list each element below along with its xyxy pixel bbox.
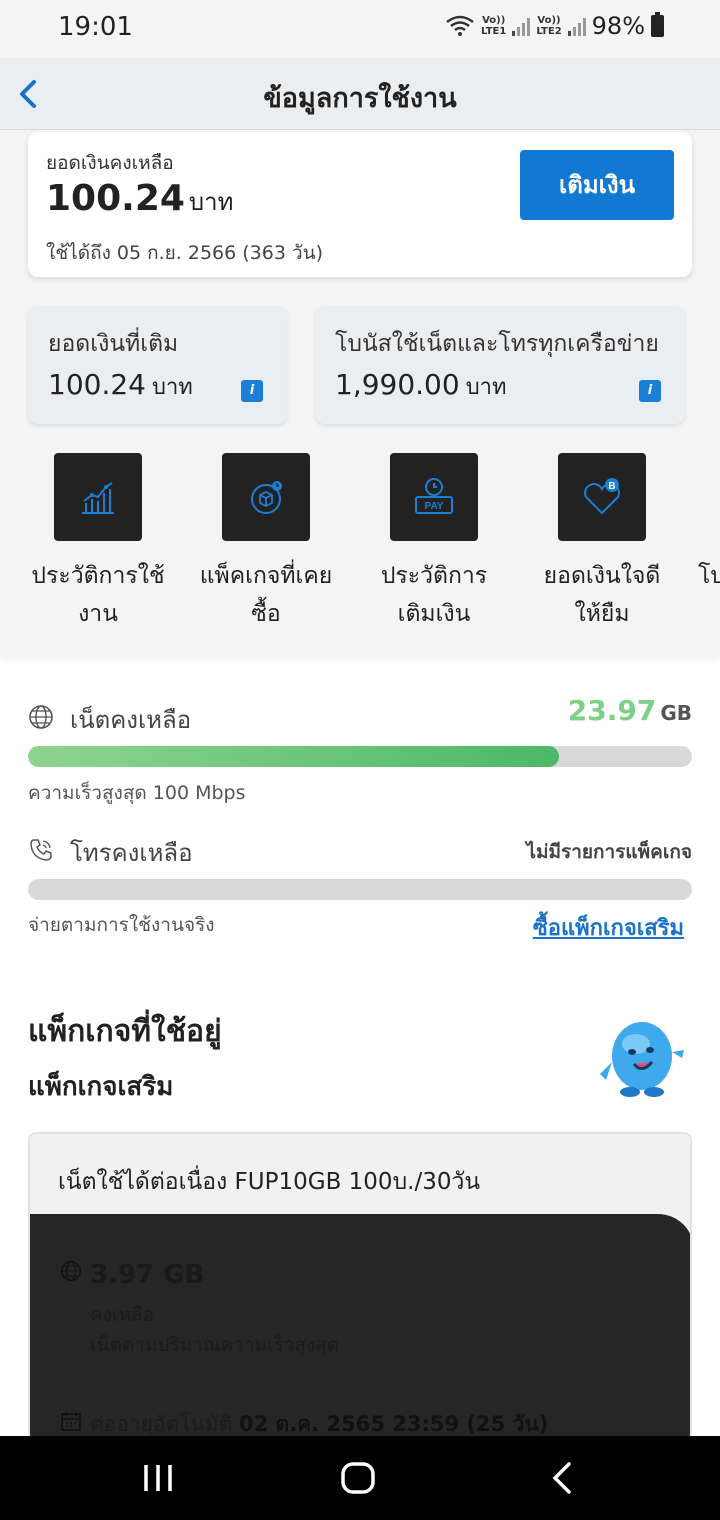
sim1-label: Vo)) LTE1	[481, 15, 507, 37]
recents-icon	[144, 1465, 172, 1491]
svg-text:PAY: PAY	[425, 501, 444, 512]
package-history-icon	[222, 453, 310, 541]
package-remaining-label: คงเหลือ	[90, 1304, 155, 1326]
balance-card: ยอดเงินคงเหลือ 100.24 บาท ใช้ได้ถึง 05 ก.…	[28, 132, 692, 277]
internet-usage-header: เน็ตคงเหลือ 23.97 GB	[28, 694, 692, 736]
shortcut-row: ประวัติการใช้ งาน แพ็คเกจที่เคย ซื้อ PAY ป…	[0, 453, 720, 633]
back-icon	[552, 1462, 571, 1494]
heart-loan-icon: B	[558, 453, 646, 541]
active-packages-title: แพ็กเกจที่ใช้อยู่	[28, 1014, 222, 1049]
voice-status: ไม่มีรายการแพ็คเกจ	[526, 841, 692, 863]
internet-remaining: 23.97 GB	[567, 694, 692, 727]
internet-progress-bar	[28, 746, 692, 767]
globe-icon	[29, 705, 53, 729]
package-card[interactable]: เน็ตใช้ได้ต่อเนื่อง FUP10GB 100บ./30วัน …	[28, 1132, 692, 1442]
bonus-card: โบนัสใช้เน็ตและโทรทุกเครือข่าย 1,990.00 บ…	[315, 306, 685, 424]
status-bar: 19:01 Vo)) LTE1 Vo)) LTE2 98%	[0, 0, 720, 58]
home-icon	[341, 1462, 375, 1494]
svg-text:B: B	[608, 481, 615, 492]
battery-percent: 98%	[591, 12, 645, 40]
internet-progress-fill	[28, 746, 560, 767]
home-button[interactable]	[338, 1458, 378, 1498]
status-icons: Vo)) LTE1 Vo)) LTE2 98%	[445, 12, 664, 40]
shortcut-usage-history[interactable]: ประวัติการใช้ งาน	[14, 453, 182, 633]
mascot-image	[600, 1022, 684, 1097]
pay-history-icon: PAY	[390, 453, 478, 541]
internet-title: เน็ตคงเหลือ	[70, 706, 192, 734]
voice-usage-header: โทรคงเหลือ ไม่มีรายการแพ็คเกจ	[28, 833, 692, 869]
package-amount: 3.97 GB	[90, 1260, 205, 1290]
balance-label: ยอดเงินคงเหลือ	[46, 152, 174, 174]
shortcut-label: โบ	[698, 563, 720, 589]
nav-back-button[interactable]	[544, 1458, 580, 1498]
topup-total-card: ยอดเงินที่เติม 100.24 บาท i	[28, 306, 287, 424]
system-nav-bar	[0, 1436, 720, 1520]
speed-note: ความเร็วสูงสุด 100 Mbps	[28, 782, 246, 804]
balance-unit: บาท	[188, 188, 234, 216]
shortcut-more[interactable]: โบ	[686, 453, 720, 595]
card-label: โบนัสใช้เน็ตและโทรทุกเครือข่าย	[335, 331, 659, 357]
voice-title: โทรคงเหลือ	[70, 839, 193, 867]
globe-icon	[61, 1261, 81, 1281]
topup-button[interactable]: เติมเงิน	[520, 150, 674, 220]
card-value: 1,990.00 บาท	[335, 368, 507, 401]
buy-addon-link[interactable]: ซื้อแพ็กเกจเสริม	[533, 910, 684, 945]
page-title: ข้อมูลการใช้งาน	[263, 83, 457, 114]
shortcut-package-history[interactable]: แพ็คเกจที่เคย ซื้อ	[182, 453, 350, 633]
calendar-icon	[61, 1412, 81, 1431]
package-details: 3.97 GB คงเหลือ เน็ตตามปริมาณความเร็วสูง…	[30, 1214, 690, 1440]
balance-valid-until: ใช้ได้ถึง 05 ก.ย. 2566 (363 วัน)	[46, 242, 324, 264]
shortcut-loan-balance[interactable]: B ยอดเงินใจดี ให้ยืม	[518, 453, 686, 633]
info-icon[interactable]: i	[241, 380, 263, 402]
card-label: ยอดเงินที่เติม	[48, 331, 179, 357]
shortcut-label: แพ็คเกจที่เคย ซื้อ	[199, 563, 333, 627]
balance-amount: 100.24 บาท	[46, 178, 234, 219]
wifi-icon	[446, 15, 474, 36]
shortcut-label: ประวัติการ เติมเงิน	[380, 563, 488, 627]
package-description: เน็ตตามปริมาณความเร็วสูงสุด	[90, 1334, 340, 1356]
addon-packages-subtitle: แพ็กเกจเสริม	[28, 1072, 174, 1102]
info-icon[interactable]: i	[639, 380, 661, 402]
shortcut-topup-history[interactable]: PAY ประวัติการ เติมเงิน	[350, 453, 518, 633]
battery-icon	[651, 12, 664, 37]
sim2-signal-icon	[567, 16, 586, 36]
status-time: 19:01	[58, 12, 133, 42]
sim2-label: Vo)) LTE2	[536, 15, 562, 37]
package-name: เน็ตใช้ได้ต่อเนื่อง FUP10GB 100บ./30วัน	[58, 1169, 481, 1195]
sim1-signal-icon	[512, 16, 531, 36]
shortcut-label: ยอดเงินใจดี ให้ยืม	[543, 563, 661, 627]
shortcut-label: ประวัติการใช้ งาน	[31, 563, 165, 627]
voice-progress-bar	[28, 879, 692, 900]
usage-chart-icon	[54, 453, 142, 541]
card-value: 100.24 บาท	[48, 368, 193, 401]
app-header: ข้อมูลการใช้งาน	[0, 58, 720, 130]
recents-button[interactable]	[140, 1458, 176, 1498]
voice-note: จ่ายตามการใช้งานจริง	[28, 914, 215, 936]
phone-icon	[30, 839, 52, 861]
